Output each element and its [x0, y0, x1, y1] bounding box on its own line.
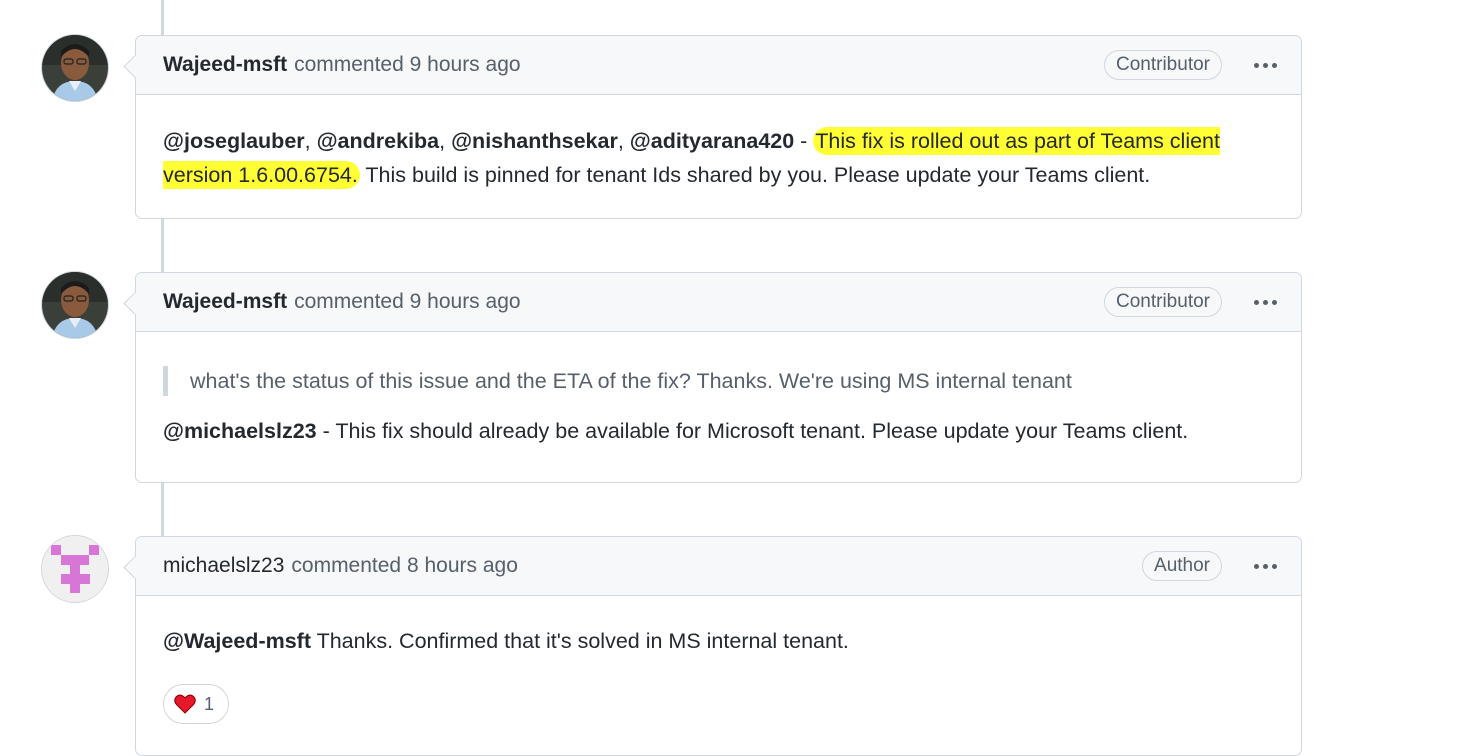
mention-link[interactable]: @adityarana420: [630, 129, 794, 153]
comment-timestamp-link[interactable]: 8 hours ago: [407, 554, 518, 578]
comment-timestamp-link[interactable]: 9 hours ago: [410, 290, 521, 314]
kebab-dot-icon: [1271, 299, 1277, 305]
comment-header: Wajeed-msft commented 9 hours ago Contri…: [136, 273, 1301, 332]
separator: ,: [304, 129, 317, 153]
mention-link[interactable]: @Wajeed-msft: [163, 629, 311, 653]
comment-timestamp-link[interactable]: 9 hours ago: [410, 53, 521, 77]
comment-header: Wajeed-msft commented 9 hours ago Contri…: [136, 36, 1301, 95]
mention-link[interactable]: @joseglauber: [163, 129, 305, 153]
comment-author-link[interactable]: Wajeed-msft: [163, 290, 287, 314]
comment-card: michaelslz23 commented 8 hours ago Autho…: [135, 536, 1302, 756]
kebab-dot-icon: [1271, 563, 1277, 569]
comment-body: @joseglauber, @andrekiba, @nishanthsekar…: [136, 95, 1301, 192]
comment-author-link[interactable]: michaelslz23: [163, 554, 284, 578]
dash-separator: -: [794, 129, 814, 153]
comment-options-button[interactable]: [1247, 285, 1283, 319]
mention-link[interactable]: @andrekiba: [317, 129, 440, 153]
contributor-badge: Contributor: [1104, 50, 1222, 80]
kebab-dot-icon: [1262, 299, 1268, 305]
kebab-dot-icon: [1262, 563, 1268, 569]
kebab-dot-icon: [1262, 62, 1268, 68]
comment-author-link[interactable]: Wajeed-msft: [163, 53, 287, 77]
timeline-connector: [161, 482, 164, 536]
author-badge: Author: [1142, 551, 1222, 581]
avatar[interactable]: [42, 35, 108, 101]
heart-reaction-button[interactable]: 1: [163, 684, 230, 724]
comment-paragraph: @michaelslz23 - This fix should already …: [163, 414, 1274, 448]
blockquote: what's the status of this issue and the …: [163, 366, 1274, 396]
timeline-connector: [161, 0, 164, 36]
kebab-dot-icon: [1271, 62, 1277, 68]
comment-paragraph: @Wajeed-msft Thanks. Confirmed that it's…: [163, 624, 1274, 658]
comment-action: commented: [294, 290, 404, 313]
heart-icon: [174, 694, 196, 714]
comment-options-button[interactable]: [1247, 549, 1283, 583]
avatar[interactable]: [42, 272, 108, 338]
mention-link[interactable]: @michaelslz23: [163, 419, 317, 443]
comment-text: This build is pinned for tenant Ids shar…: [359, 163, 1151, 187]
comment-text: - This fix should already be available f…: [316, 419, 1189, 443]
comment-header: michaelslz23 commented 8 hours ago Autho…: [136, 537, 1301, 596]
mention-link[interactable]: @nishanthsekar: [451, 129, 618, 153]
comment-text: Thanks. Confirmed that it's solved in MS…: [311, 629, 849, 653]
comment-body: @Wajeed-msft Thanks. Confirmed that it's…: [136, 596, 1301, 724]
comment-card: Wajeed-msft commented 9 hours ago Contri…: [135, 35, 1302, 219]
comment-action: commented: [291, 554, 402, 577]
separator: ,: [439, 129, 452, 153]
comment-options-button[interactable]: [1247, 48, 1283, 82]
identicon-avatar[interactable]: [42, 536, 108, 602]
comment-card: Wajeed-msft commented 9 hours ago Contri…: [135, 272, 1302, 483]
contributor-badge: Contributor: [1104, 287, 1222, 317]
separator: ,: [617, 129, 630, 153]
comment-body: what's the status of this issue and the …: [136, 332, 1301, 448]
kebab-dot-icon: [1253, 62, 1259, 68]
comment-action: commented: [294, 53, 404, 76]
reaction-count: 1: [204, 694, 215, 714]
kebab-dot-icon: [1253, 299, 1259, 305]
timeline-connector: [161, 218, 164, 272]
kebab-dot-icon: [1253, 563, 1259, 569]
